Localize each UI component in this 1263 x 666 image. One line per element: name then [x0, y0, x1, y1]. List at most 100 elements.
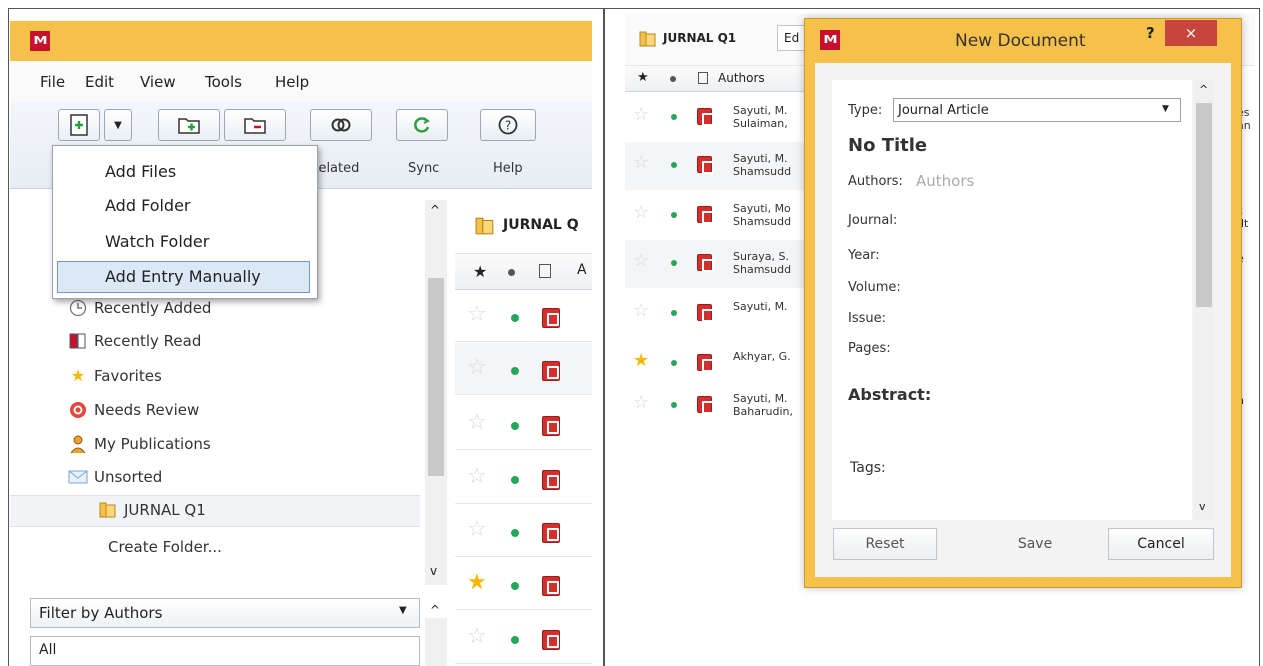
- dialog-help-button[interactable]: ?: [1146, 24, 1155, 42]
- table-row[interactable]: ☆ Suraya, S. Shamsudd: [625, 240, 815, 288]
- table-row[interactable]: ☆: [455, 290, 592, 342]
- table-row[interactable]: ☆: [455, 505, 592, 557]
- star-column-icon[interactable]: ★: [637, 70, 649, 85]
- pdf-icon[interactable]: [542, 576, 560, 596]
- file-column-icon[interactable]: [539, 264, 551, 278]
- pdf-icon[interactable]: [542, 361, 560, 381]
- filter-value[interactable]: All: [39, 642, 56, 658]
- pdf-icon[interactable]: [542, 470, 560, 490]
- add-documents-button[interactable]: [58, 109, 100, 141]
- menu-tools[interactable]: Tools: [205, 73, 242, 91]
- add-dropdown-button[interactable]: ▼: [104, 109, 132, 141]
- save-button[interactable]: Save: [970, 528, 1100, 560]
- sidebar-item-my-publications[interactable]: My Publications: [68, 433, 211, 455]
- pdf-icon[interactable]: [697, 156, 714, 174]
- table-row[interactable]: ☆ Sayuti, M. Sulaiman,: [625, 94, 815, 142]
- menu-add-folder[interactable]: Add Folder: [105, 196, 191, 215]
- pdf-icon[interactable]: [542, 308, 560, 328]
- menu-edit[interactable]: Edit: [85, 73, 114, 91]
- unread-dot-icon: [671, 310, 677, 316]
- filter-scroll-up-icon[interactable]: ^: [430, 603, 440, 617]
- pdf-icon[interactable]: [542, 630, 560, 650]
- scroll-down-icon[interactable]: v: [1199, 500, 1206, 513]
- remove-folder-button[interactable]: [224, 109, 286, 141]
- favorite-star-icon[interactable]: ☆: [467, 464, 487, 489]
- table-row[interactable]: ☆: [455, 612, 592, 664]
- star-column-icon[interactable]: ★: [473, 262, 487, 281]
- menu-view[interactable]: View: [140, 73, 176, 91]
- cancel-button[interactable]: Cancel: [1108, 528, 1214, 560]
- table-row[interactable]: ☆ Sayuti, M. Shamsudd: [625, 142, 815, 190]
- menu-add-files[interactable]: Add Files: [105, 162, 176, 181]
- sidebar-item-needs-review[interactable]: Needs Review: [68, 399, 199, 421]
- favorite-star-icon[interactable]: ☆: [467, 302, 487, 327]
- favorite-star-icon[interactable]: ★: [467, 570, 487, 595]
- favorite-star-icon[interactable]: ☆: [633, 202, 649, 223]
- menu-help[interactable]: Help: [275, 73, 309, 91]
- sidebar-scrollbar-thumb[interactable]: [428, 278, 444, 476]
- favorite-star-icon[interactable]: ☆: [633, 392, 649, 413]
- type-select[interactable]: Journal Article ▼: [893, 98, 1181, 122]
- favorite-star-icon[interactable]: ☆: [633, 104, 649, 125]
- year-label[interactable]: Year:: [848, 248, 880, 263]
- scroll-up-icon[interactable]: ^: [430, 203, 440, 217]
- table-row[interactable]: ☆ Sayuti, M.: [625, 290, 815, 338]
- scroll-up-icon[interactable]: ^: [1199, 83, 1208, 96]
- pdf-icon[interactable]: [697, 304, 714, 322]
- authors-field[interactable]: Authors: [916, 172, 974, 190]
- favorite-star-icon[interactable]: ☆: [467, 410, 487, 435]
- journal-label[interactable]: Journal:: [848, 213, 897, 228]
- favorite-star-icon[interactable]: ☆: [633, 300, 649, 321]
- pdf-icon[interactable]: [697, 396, 714, 414]
- table-row[interactable]: ☆: [455, 343, 592, 395]
- read-column-icon[interactable]: [508, 269, 515, 276]
- dialog-close-button[interactable]: ×: [1165, 20, 1217, 46]
- favorite-star-icon[interactable]: ☆: [467, 624, 487, 649]
- sidebar-item-recently-added[interactable]: Recently Added: [68, 297, 211, 319]
- abstract-label[interactable]: Abstract:: [848, 385, 931, 404]
- help-button[interactable]: ?: [480, 109, 536, 141]
- add-folder-button[interactable]: [158, 109, 220, 141]
- table-row[interactable]: ☆: [455, 452, 592, 504]
- table-row[interactable]: ☆ Sayuti, Mo Shamsudd: [625, 192, 815, 240]
- menu-add-entry-manually[interactable]: Add Entry Manually: [105, 267, 261, 286]
- authors-column-header[interactable]: Authors: [718, 71, 765, 85]
- pdf-icon[interactable]: [697, 254, 714, 272]
- related-button[interactable]: [310, 109, 372, 141]
- menu-file[interactable]: File: [40, 73, 65, 91]
- filter-list[interactable]: All: [30, 636, 420, 666]
- table-row[interactable]: ★: [455, 558, 592, 610]
- pdf-icon[interactable]: [542, 416, 560, 436]
- favorite-star-icon[interactable]: ★: [633, 350, 649, 371]
- pdf-icon[interactable]: [542, 523, 560, 543]
- reset-button[interactable]: Reset: [833, 528, 937, 560]
- pdf-icon[interactable]: [697, 354, 714, 372]
- dialog-scrollbar-thumb[interactable]: [1196, 103, 1212, 307]
- scroll-down-icon[interactable]: v: [430, 564, 437, 578]
- sidebar-item-unsorted[interactable]: Unsorted: [68, 466, 162, 488]
- favorite-star-icon[interactable]: ☆: [467, 355, 487, 380]
- sidebar-item-recently-read[interactable]: Recently Read: [68, 330, 201, 352]
- tags-label[interactable]: Tags:: [850, 460, 886, 476]
- sidebar-item-jurnal-q1[interactable]: JURNAL Q1: [98, 499, 206, 521]
- filter-scrollbar[interactable]: [425, 618, 447, 666]
- favorite-star-icon[interactable]: ☆: [467, 517, 487, 542]
- volume-label[interactable]: Volume:: [848, 280, 901, 295]
- sync-button[interactable]: [396, 109, 448, 141]
- file-column-icon[interactable]: [698, 72, 708, 84]
- pdf-icon[interactable]: [697, 108, 714, 126]
- filter-by-authors-select[interactable]: Filter by Authors ▼: [30, 598, 420, 628]
- table-row[interactable]: ☆: [455, 398, 592, 450]
- read-column-icon[interactable]: [670, 76, 676, 82]
- sidebar-item-favorites[interactable]: ★ Favorites: [68, 365, 162, 387]
- table-row[interactable]: ☆ Sayuti, M. Baharudin,: [625, 382, 815, 434]
- favorite-star-icon[interactable]: ☆: [633, 250, 649, 271]
- pages-label[interactable]: Pages:: [848, 341, 891, 356]
- favorite-star-icon[interactable]: ☆: [633, 152, 649, 173]
- issue-label[interactable]: Issue:: [848, 311, 886, 326]
- pdf-icon[interactable]: [697, 206, 714, 224]
- menu-watch-folder[interactable]: Watch Folder: [105, 232, 209, 251]
- table-row[interactable]: ★ Akhyar, G.: [625, 340, 815, 388]
- title-field[interactable]: No Title: [848, 135, 927, 156]
- create-folder-link[interactable]: Create Folder...: [108, 536, 222, 558]
